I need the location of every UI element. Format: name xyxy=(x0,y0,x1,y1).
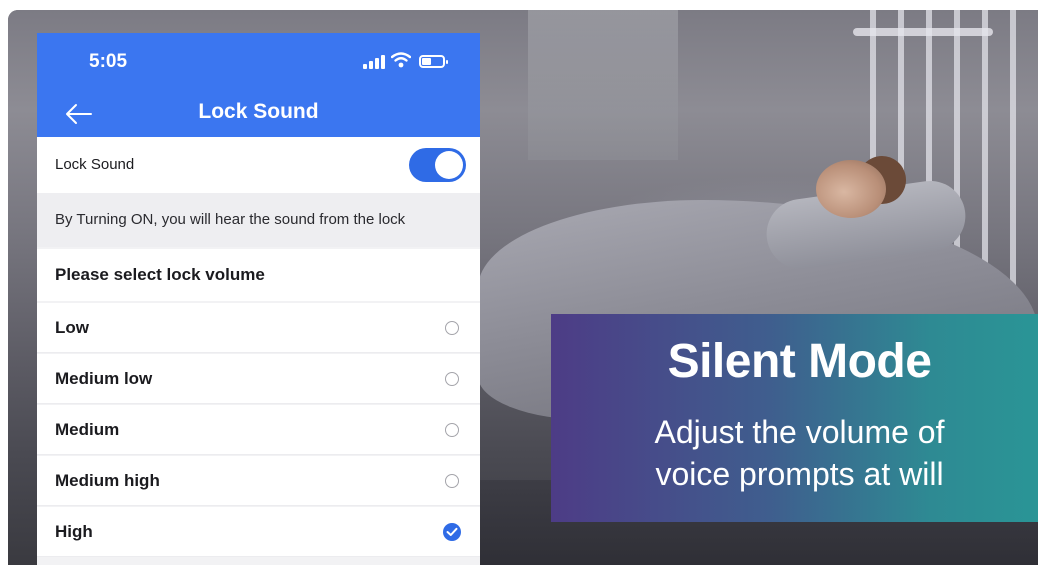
sleeper-face xyxy=(816,160,886,218)
radio-unchecked-icon[interactable] xyxy=(445,321,459,335)
volume-option-high[interactable]: High xyxy=(37,507,480,557)
window xyxy=(528,10,678,160)
lock-sound-info: By Turning ON, you will hear the sound f… xyxy=(37,193,480,247)
toggle-knob xyxy=(435,151,463,179)
volume-option-label: Low xyxy=(55,318,89,337)
battery-icon xyxy=(419,55,448,68)
silent-mode-banner: Silent Mode Adjust the volume of voice p… xyxy=(551,314,1038,522)
volume-section-header: Please select lock volume xyxy=(37,249,480,301)
volume-option-medium-high[interactable]: Medium high xyxy=(37,456,480,506)
volume-option-low[interactable]: Low xyxy=(37,303,480,353)
status-bar: 5:05 xyxy=(37,33,480,93)
volume-option-medium-low[interactable]: Medium low xyxy=(37,354,480,404)
banner-subtitle-line-2: voice prompts at will xyxy=(655,456,944,492)
wifi-icon xyxy=(391,52,411,68)
page-title: Lock Sound xyxy=(198,100,319,123)
radio-unchecked-icon[interactable] xyxy=(445,372,459,386)
banner-title: Silent Mode xyxy=(667,335,932,388)
signal-icon xyxy=(363,55,385,69)
volume-option-label: Medium xyxy=(55,420,120,439)
lock-sound-label: Lock Sound xyxy=(55,156,135,173)
volume-option-label: Medium high xyxy=(55,471,160,490)
banner-subtitle-line-1: Adjust the volume of xyxy=(654,414,945,450)
radio-checked-icon[interactable] xyxy=(443,523,461,541)
nav-bar: Lock Sound xyxy=(37,93,480,137)
lock-sound-row: Lock Sound xyxy=(37,137,480,193)
lock-sound-toggle[interactable] xyxy=(409,148,466,182)
radio-unchecked-icon[interactable] xyxy=(445,474,459,488)
volume-option-label: High xyxy=(55,522,93,541)
volume-option-label: Medium low xyxy=(55,369,153,388)
phone-screen: 5:05 Lock Sound Lock Sound By Turning ON… xyxy=(37,33,480,565)
bed-frame-rail xyxy=(853,28,993,36)
radio-unchecked-icon[interactable] xyxy=(445,423,459,437)
status-time: 5:05 xyxy=(89,51,128,72)
volume-option-medium[interactable]: Medium xyxy=(37,405,480,455)
